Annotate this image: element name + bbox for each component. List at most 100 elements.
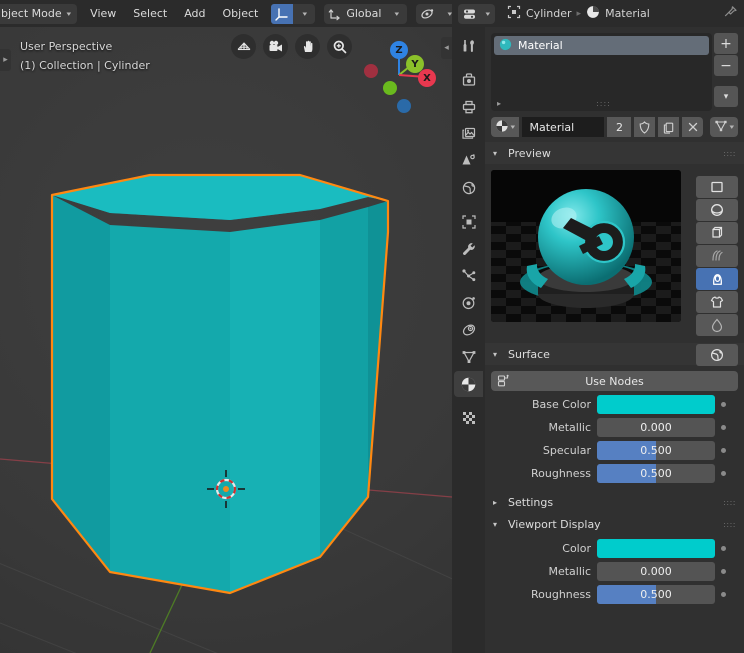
sidebar-item-particles[interactable] xyxy=(454,263,483,289)
orientation-label-wrap[interactable]: Global xyxy=(346,4,385,24)
animate-property-dot[interactable] xyxy=(721,402,726,407)
preview-hair-icon[interactable] xyxy=(696,245,738,267)
metallic-slider[interactable]: 0.000 xyxy=(597,418,715,437)
sidebar-item-world[interactable] xyxy=(454,175,483,201)
menu-view[interactable]: View xyxy=(83,4,123,24)
grid-toggle-icon[interactable] xyxy=(231,34,256,59)
3d-viewport[interactable]: User Perspective (1) Collection | Cylind… xyxy=(0,27,452,653)
panel-drag-dots[interactable]: :::: xyxy=(723,520,736,529)
menu-object[interactable]: Object xyxy=(216,4,266,24)
slot-link-selector[interactable]: ▾ xyxy=(710,117,738,137)
editor-type-dropdown[interactable]: ▾ xyxy=(480,4,495,24)
gizmo-axis-neg-x[interactable] xyxy=(364,64,378,78)
animate-property-dot[interactable] xyxy=(721,425,726,430)
material-user-count[interactable]: 2 xyxy=(607,117,632,137)
editor-type-selector[interactable]: ▾ xyxy=(458,3,495,24)
sidebar-item-object[interactable] xyxy=(454,209,483,235)
animate-property-dot[interactable] xyxy=(721,448,726,453)
material-datablock-row[interactable]: ▾ Material 2 ▾ xyxy=(491,117,738,137)
preview-type-buttons[interactable] xyxy=(696,176,738,367)
transform-gizmo-dropdown[interactable]: ▾ xyxy=(293,4,315,24)
property-base-color[interactable]: Base Color xyxy=(491,395,738,414)
panel-drag-dots[interactable]: :::: xyxy=(723,498,736,507)
preview-plane-icon[interactable] xyxy=(696,176,738,198)
preview-fluid-icon[interactable] xyxy=(696,314,738,336)
expand-triangle-icon[interactable]: ▸ xyxy=(497,99,501,108)
panel-header-settings[interactable]: ▸ Settings :::: xyxy=(485,491,744,513)
sidebar-expand-arrow[interactable]: ◂ xyxy=(441,37,452,59)
sidebar-item-texture[interactable] xyxy=(454,405,483,431)
material-slot-list[interactable]: Material ▸ :::: xyxy=(491,33,712,111)
transform-orientation-icon[interactable] xyxy=(271,3,294,24)
sidebar-item-tool[interactable] xyxy=(454,33,483,59)
pin-icon[interactable] xyxy=(723,5,738,23)
preview-sphere-icon[interactable] xyxy=(696,199,738,221)
sidebar-item-view-layer[interactable] xyxy=(454,121,483,147)
gizmo-axis-x[interactable]: X xyxy=(418,69,436,87)
sidebar-item-output[interactable] xyxy=(454,94,483,120)
breadcrumb-material[interactable]: Material xyxy=(586,5,650,22)
preview-cube-icon[interactable] xyxy=(696,222,738,244)
preview-cloth-icon[interactable] xyxy=(696,291,738,313)
new-material-copy-icon[interactable] xyxy=(658,117,680,137)
remove-material-slot-button[interactable]: − xyxy=(714,55,738,76)
base-color-swatch[interactable] xyxy=(597,395,715,414)
material-preview-render[interactable]: :::: xyxy=(491,170,681,322)
gizmo-axis-neg-z[interactable] xyxy=(397,99,411,113)
viewport-metallic-slider[interactable]: 0.000 xyxy=(597,562,715,581)
properties-tab-strip[interactable] xyxy=(452,27,485,653)
viewport-roughness-slider[interactable]: 0.500 xyxy=(597,585,715,604)
animate-property-dot[interactable] xyxy=(721,592,726,597)
menu-add[interactable]: Add xyxy=(177,4,212,24)
menu-select[interactable]: Select xyxy=(126,4,174,24)
slot-side-buttons[interactable]: + − ▾ xyxy=(714,33,738,108)
property-viewport-color[interactable]: Color xyxy=(491,539,738,558)
gizmo-axis-z[interactable]: Z xyxy=(390,41,408,59)
orientation-group[interactable]: Global ▾ xyxy=(324,3,408,24)
property-viewport-roughness[interactable]: Roughness 0.500 xyxy=(491,585,738,604)
property-metallic[interactable]: Metallic 0.000 xyxy=(491,418,738,437)
property-viewport-metallic[interactable]: Metallic 0.000 xyxy=(491,562,738,581)
browse-material-button[interactable]: ▾ xyxy=(491,117,519,137)
material-properties-panel[interactable]: Material ▸ :::: + − ▾ ▾ Material 2 ▾ ▾ P… xyxy=(485,27,744,653)
orientation-dropdown[interactable]: ▾ xyxy=(385,4,407,24)
animate-property-dot[interactable] xyxy=(721,546,726,551)
use-nodes-button[interactable]: Use Nodes xyxy=(491,371,738,391)
viewport-nav-buttons[interactable] xyxy=(231,34,352,59)
gizmo-axis-neg-y[interactable] xyxy=(383,81,397,95)
sidebar-item-constraints[interactable] xyxy=(454,317,483,343)
roughness-slider[interactable]: 0.500 xyxy=(597,464,715,483)
viewport-color-swatch[interactable] xyxy=(597,539,715,558)
pan-view-icon[interactable] xyxy=(295,34,320,59)
preview-world-icon[interactable] xyxy=(696,344,738,366)
list-resize-grip[interactable]: :::: xyxy=(596,99,611,108)
pivot-point-icon[interactable] xyxy=(416,4,438,24)
animate-property-dot[interactable] xyxy=(721,569,726,574)
panel-drag-dots[interactable]: :::: xyxy=(723,149,736,158)
add-material-slot-button[interactable]: + xyxy=(714,33,738,54)
sidebar-item-modifiers[interactable] xyxy=(454,236,483,262)
slot-specials-menu-button[interactable]: ▾ xyxy=(714,86,738,107)
property-roughness[interactable]: Roughness 0.500 xyxy=(491,464,738,483)
sidebar-item-render[interactable] xyxy=(454,67,483,93)
viewport-axis-gizmo[interactable]: Z Y X xyxy=(359,33,439,113)
preview-monkey-icon[interactable] xyxy=(696,268,738,290)
mode-selector[interactable]: bject Mode ▾ xyxy=(0,3,78,24)
fake-user-shield-icon[interactable] xyxy=(634,117,656,137)
animate-property-dot[interactable] xyxy=(721,471,726,476)
breadcrumb-object[interactable]: Cylinder xyxy=(507,5,572,22)
specular-slider[interactable]: 0.500 xyxy=(597,441,715,460)
camera-view-icon[interactable] xyxy=(263,34,288,59)
panel-header-preview[interactable]: ▾ Preview :::: xyxy=(485,142,744,164)
sidebar-item-material[interactable] xyxy=(454,371,483,397)
sidebar-item-scene[interactable] xyxy=(454,148,483,174)
transform-gizmo-group[interactable]: ▾ xyxy=(271,3,316,24)
material-name-field[interactable]: Material xyxy=(521,117,605,137)
unlink-x-icon[interactable] xyxy=(682,117,704,137)
panel-header-viewport-display[interactable]: ▾ Viewport Display :::: xyxy=(485,513,744,535)
sidebar-item-data[interactable] xyxy=(454,344,483,370)
toolbar-expand-arrow[interactable]: ▸ xyxy=(0,49,11,71)
property-specular[interactable]: Specular 0.500 xyxy=(491,441,738,460)
list-item[interactable]: Material xyxy=(494,36,709,55)
sidebar-item-physics[interactable] xyxy=(454,290,483,316)
